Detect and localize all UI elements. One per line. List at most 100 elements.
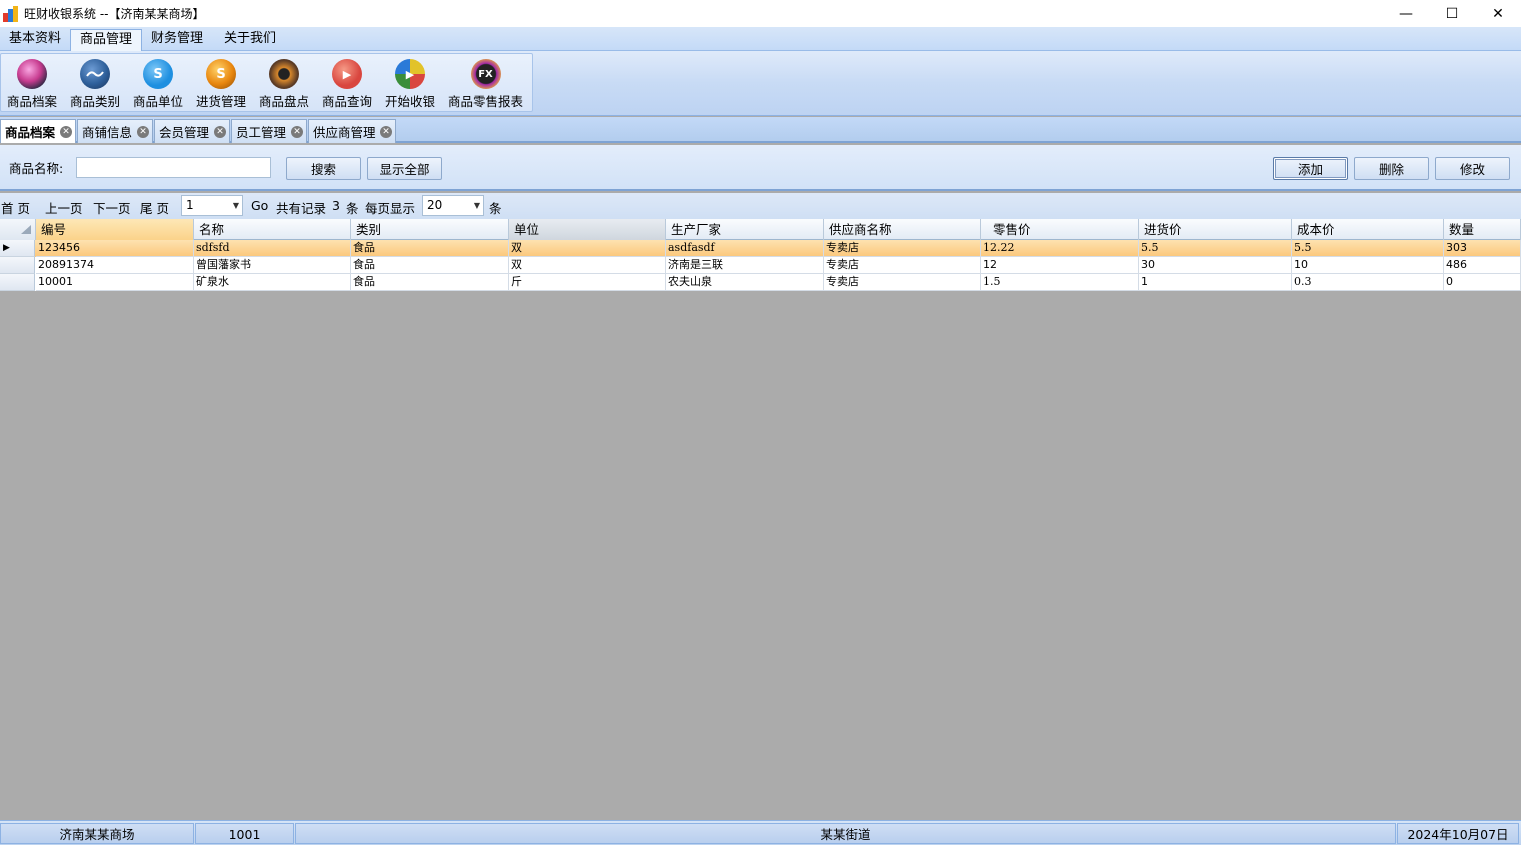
- minimize-icon: —: [1399, 5, 1413, 22]
- tab-product-archive[interactable]: 商品档案 ✕: [0, 119, 76, 143]
- cell-unit[interactable]: 双: [509, 257, 666, 274]
- tab-supplier-management[interactable]: 供应商管理 ✕: [308, 119, 396, 143]
- menu-tab-basic-info[interactable]: 基本资料: [0, 29, 70, 51]
- first-page-link[interactable]: 首 页: [1, 198, 30, 217]
- row-header[interactable]: [0, 257, 35, 274]
- cell-category[interactable]: 食品: [351, 257, 509, 274]
- maximize-button[interactable]: ☐: [1429, 0, 1475, 27]
- go-button[interactable]: Go: [251, 198, 268, 213]
- start-cashier-button[interactable]: ▶ 开始收银: [385, 59, 435, 110]
- page-number-select[interactable]: 1 ▼: [181, 195, 243, 216]
- status-store-code: 1001: [195, 823, 294, 844]
- table-row[interactable]: ▶ 123456 sdfsfd 食品 双 asdfasdf 专卖店 12.22 …: [0, 240, 1521, 257]
- tab-close-icon[interactable]: ✕: [214, 126, 226, 138]
- cell-quantity[interactable]: 486: [1444, 257, 1521, 274]
- cell-purchase-price[interactable]: 1: [1139, 274, 1292, 291]
- product-unit-button[interactable]: S 商品单位: [133, 59, 183, 110]
- retail-report-icon: FX: [470, 59, 501, 89]
- product-archive-icon: [17, 59, 47, 89]
- purchase-button[interactable]: S 进货管理: [196, 59, 246, 110]
- tab-shop-info[interactable]: 商铺信息 ✕: [77, 119, 153, 143]
- cell-category[interactable]: 食品: [351, 274, 509, 291]
- search-button[interactable]: 搜索: [286, 157, 361, 180]
- search-panel: 商品名称: 搜索 显示全部 添加 删除 修改: [0, 145, 1521, 191]
- product-category-button[interactable]: 商品类别: [70, 59, 120, 110]
- add-button[interactable]: 添加: [1273, 157, 1348, 180]
- tab-close-icon[interactable]: ✕: [380, 126, 392, 138]
- tab-close-icon[interactable]: ✕: [291, 126, 303, 138]
- cell-purchase-price[interactable]: 30: [1139, 257, 1292, 274]
- product-name-input[interactable]: [76, 157, 271, 178]
- cell-name[interactable]: 曾国藩家书: [194, 257, 351, 274]
- menu-tab-about[interactable]: 关于我们: [215, 29, 285, 51]
- column-header-code[interactable]: 编号: [36, 219, 194, 240]
- row-header[interactable]: [0, 274, 35, 291]
- cell-code[interactable]: 20891374: [36, 257, 194, 274]
- menu-bar: 基本资料 商品管理 财务管理 关于我们: [0, 27, 1521, 51]
- row-header[interactable]: ▶: [0, 240, 35, 257]
- cell-supplier[interactable]: 专卖店: [824, 240, 981, 257]
- table-row[interactable]: 20891374 曾国藩家书 食品 双 济南是三联 专卖店 12 30 10 4…: [0, 257, 1521, 274]
- menu-tab-product-management[interactable]: 商品管理: [70, 29, 143, 51]
- status-store-name: 济南某某商场: [0, 823, 194, 844]
- cell-retail-price[interactable]: 12.22: [981, 240, 1139, 257]
- tab-close-icon[interactable]: ✕: [137, 126, 149, 138]
- cell-unit[interactable]: 双: [509, 240, 666, 257]
- per-page-value: 20: [427, 198, 443, 212]
- cell-cost-price[interactable]: 5.5: [1292, 240, 1444, 257]
- minimize-button[interactable]: —: [1383, 0, 1429, 27]
- table-row[interactable]: 10001 矿泉水 食品 斤 农夫山泉 专卖店 1.5 1 0.3 0: [0, 274, 1521, 291]
- cell-quantity[interactable]: 303: [1444, 240, 1521, 257]
- column-header-supplier[interactable]: 供应商名称: [824, 219, 981, 240]
- next-page-link[interactable]: 下一页: [93, 198, 131, 217]
- column-header-cost-price[interactable]: 成本价: [1292, 219, 1444, 240]
- column-header-category[interactable]: 类别: [351, 219, 509, 240]
- column-header-purchase-price[interactable]: 进货价: [1139, 219, 1292, 240]
- retail-report-button[interactable]: FX 商品零售报表: [448, 59, 523, 110]
- cell-quantity[interactable]: 0: [1444, 274, 1521, 291]
- tab-label: 供应商管理: [313, 125, 376, 140]
- column-header-retail-price[interactable]: 零售价: [981, 219, 1139, 240]
- query-button[interactable]: ▶ 商品查询: [322, 59, 372, 110]
- column-header-manufacturer[interactable]: 生产厂家: [666, 219, 824, 240]
- per-page-select[interactable]: 20 ▼: [422, 195, 484, 216]
- edit-button[interactable]: 修改: [1435, 157, 1510, 180]
- show-all-button[interactable]: 显示全部: [367, 157, 442, 180]
- column-header-name[interactable]: 名称: [194, 219, 351, 240]
- column-header-quantity[interactable]: 数量: [1444, 219, 1521, 240]
- delete-button[interactable]: 删除: [1354, 157, 1429, 180]
- tab-close-icon[interactable]: ✕: [60, 126, 72, 138]
- cell-retail-price[interactable]: 1.5: [981, 274, 1139, 291]
- tab-member-management[interactable]: 会员管理 ✕: [154, 119, 230, 143]
- select-all-corner[interactable]: [0, 219, 36, 240]
- start-cashier-icon: ▶: [395, 59, 425, 89]
- cell-manufacturer[interactable]: 农夫山泉: [666, 274, 824, 291]
- cell-cost-price[interactable]: 10: [1292, 257, 1444, 274]
- per-page-unit: 条: [489, 201, 502, 216]
- cell-retail-price[interactable]: 12: [981, 257, 1139, 274]
- cell-code[interactable]: 10001: [36, 274, 194, 291]
- cell-purchase-price[interactable]: 5.5: [1139, 240, 1292, 257]
- last-page-link[interactable]: 尾 页: [140, 198, 169, 217]
- prev-page-link[interactable]: 上一页: [45, 198, 83, 217]
- tab-employee-management[interactable]: 员工管理 ✕: [231, 119, 307, 143]
- inventory-button[interactable]: 商品盘点: [259, 59, 309, 110]
- product-archive-button[interactable]: 商品档案: [7, 59, 57, 110]
- tab-label: 商品档案: [5, 125, 56, 140]
- cell-unit[interactable]: 斤: [509, 274, 666, 291]
- cell-manufacturer[interactable]: 济南是三联: [666, 257, 824, 274]
- cell-name[interactable]: 矿泉水: [194, 274, 351, 291]
- tab-label: 商铺信息: [82, 125, 133, 140]
- cell-cost-price[interactable]: 0.3: [1292, 274, 1444, 291]
- cell-manufacturer[interactable]: asdfasdf: [666, 240, 824, 257]
- column-header-unit[interactable]: 单位: [509, 219, 666, 240]
- ribbon-group: 商品档案 商品类别 S 商品单位 S 进货管理 商品盘点 ▶ 商品查询 ▶ 开始…: [0, 53, 533, 112]
- cell-supplier[interactable]: 专卖店: [824, 257, 981, 274]
- cell-code[interactable]: 123456: [36, 240, 194, 257]
- close-button[interactable]: ✕: [1475, 0, 1521, 27]
- cell-category[interactable]: 食品: [351, 240, 509, 257]
- product-category-label: 商品类别: [70, 94, 121, 109]
- cell-name[interactable]: sdfsfd: [194, 240, 351, 257]
- cell-supplier[interactable]: 专卖店: [824, 274, 981, 291]
- menu-tab-finance[interactable]: 财务管理: [142, 29, 212, 51]
